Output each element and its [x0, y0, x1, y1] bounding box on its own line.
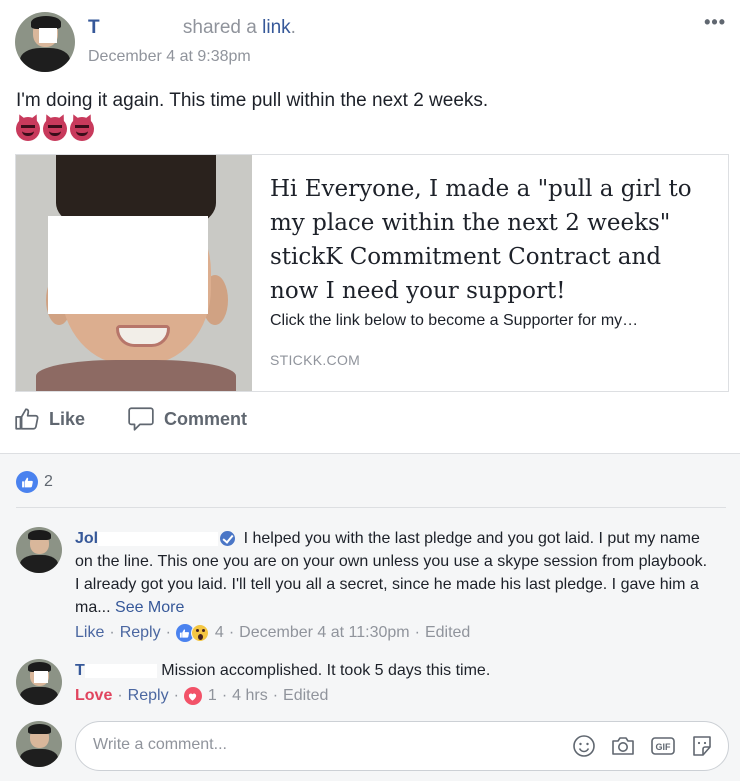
like-reaction-icon [16, 471, 38, 493]
comment-text: Mission accomplished. It took 5 days thi… [161, 662, 491, 679]
smiling-devil-icon [43, 117, 67, 141]
comment-like-button[interactable]: Like [75, 624, 104, 642]
comment-item: Jol I helped you with the last pledge an… [16, 527, 726, 649]
separator: · [272, 687, 279, 704]
comment-placeholder: Write a comment... [93, 736, 227, 753]
image-shirt [36, 360, 236, 391]
camera-icon[interactable] [610, 734, 636, 758]
smiling-devil-icon [16, 117, 40, 141]
author-name[interactable]: T [88, 17, 100, 38]
edited-label[interactable]: Edited [283, 687, 328, 705]
comment-button[interactable]: Comment [127, 406, 247, 432]
comment-reply-button[interactable]: Reply [128, 687, 169, 705]
comment-timestamp[interactable]: December 4 at 11:30pm [239, 624, 409, 642]
avatar-redaction [34, 670, 49, 683]
composer-avatar [16, 721, 62, 767]
author-redaction [84, 663, 157, 678]
smiling-devil-icon [70, 117, 94, 141]
link-preview-image[interactable] [16, 155, 252, 391]
comment-body: T Mission accomplished. It took 5 days t… [75, 659, 712, 682]
comment-meta: Love · Reply · 1 · 4 hrs · Edited [75, 687, 328, 705]
avatar-body [19, 748, 59, 767]
avatar-body [19, 686, 59, 705]
author-name-redaction [99, 19, 178, 36]
comment-reply-button[interactable]: Reply [120, 624, 161, 642]
comments-section: 2 Jol I helped you with the last pledge … [0, 453, 740, 781]
author-avatar[interactable] [15, 12, 75, 72]
avatar-hair [27, 723, 51, 734]
separator: · [221, 687, 228, 704]
separator: · [109, 624, 115, 641]
composer-tools: GIF [572, 734, 714, 758]
comment-meta: Like · Reply · 4 · December 4 at 11:30pm… [75, 624, 470, 642]
post-timestamp[interactable]: December 4 at 9:38pm [88, 48, 251, 66]
period: . [290, 17, 296, 38]
verified-badge-icon [220, 531, 236, 547]
post-card: T shared a link. December 4 at 9:38pm ••… [0, 0, 740, 453]
commenter-avatar[interactable] [16, 659, 62, 705]
thumbs-up-icon [15, 408, 39, 430]
emoji-row [16, 117, 94, 141]
gif-icon[interactable]: GIF [650, 734, 676, 758]
comment-input[interactable]: Write a comment... GIF [75, 721, 729, 771]
see-more-link[interactable]: See More [115, 599, 184, 616]
more-options-icon[interactable]: ••• [704, 12, 726, 33]
separator: · [228, 624, 235, 641]
link-description: Click the link below to become a Support… [270, 312, 639, 329]
comment-timestamp[interactable]: 4 hrs [232, 687, 268, 705]
link-title[interactable]: Hi Everyone, I made a "pull a girl to my… [270, 172, 710, 308]
gif-label: GIF [656, 742, 672, 752]
post-header: T shared a link. [88, 17, 296, 39]
image-redaction [48, 216, 208, 314]
separator: · [173, 687, 179, 704]
post-text: I'm doing it again. This time pull withi… [16, 90, 489, 111]
shared-link[interactable]: link [262, 17, 291, 38]
comment-reaction-count: 4 [214, 624, 224, 641]
like-button[interactable]: Like [14, 406, 85, 432]
separator: · [165, 624, 171, 641]
avatar-redaction [39, 27, 57, 44]
sticker-icon[interactable] [690, 734, 714, 758]
author-redaction [98, 531, 219, 546]
like-label: Like [49, 408, 86, 429]
image-mouth [116, 325, 170, 347]
comment-bubble-icon [128, 407, 154, 431]
comment-reaction-count: 1 [207, 687, 217, 704]
emoji-icon[interactable] [572, 734, 596, 758]
link-preview-card[interactable]: Hi Everyone, I made a "pull a girl to my… [15, 154, 729, 392]
comment-item: T Mission accomplished. It took 5 days t… [16, 659, 726, 715]
love-reaction-icon[interactable] [183, 687, 202, 705]
post-actions: Like Comment [14, 406, 289, 432]
reaction-count: 2 [44, 473, 53, 490]
divider [16, 507, 726, 508]
comment-body: Jol I helped you with the last pledge an… [75, 527, 712, 619]
edited-label[interactable]: Edited [425, 624, 470, 642]
comment-label: Comment [164, 408, 248, 429]
reaction-summary[interactable]: 2 [16, 471, 53, 493]
comment-author[interactable]: T [75, 662, 85, 679]
avatar-body [19, 48, 71, 72]
commenter-avatar[interactable] [16, 527, 62, 573]
separator: · [117, 687, 123, 704]
link-domain: STICKK.COM [270, 352, 361, 368]
shared-text: shared a [182, 17, 257, 38]
comment-love-button[interactable]: Love [75, 687, 112, 705]
separator: · [414, 624, 420, 641]
avatar-body [19, 554, 59, 573]
comment-author[interactable]: Jol [75, 530, 98, 547]
avatar-hair [27, 529, 51, 540]
wow-reaction-icon[interactable] [190, 624, 209, 642]
